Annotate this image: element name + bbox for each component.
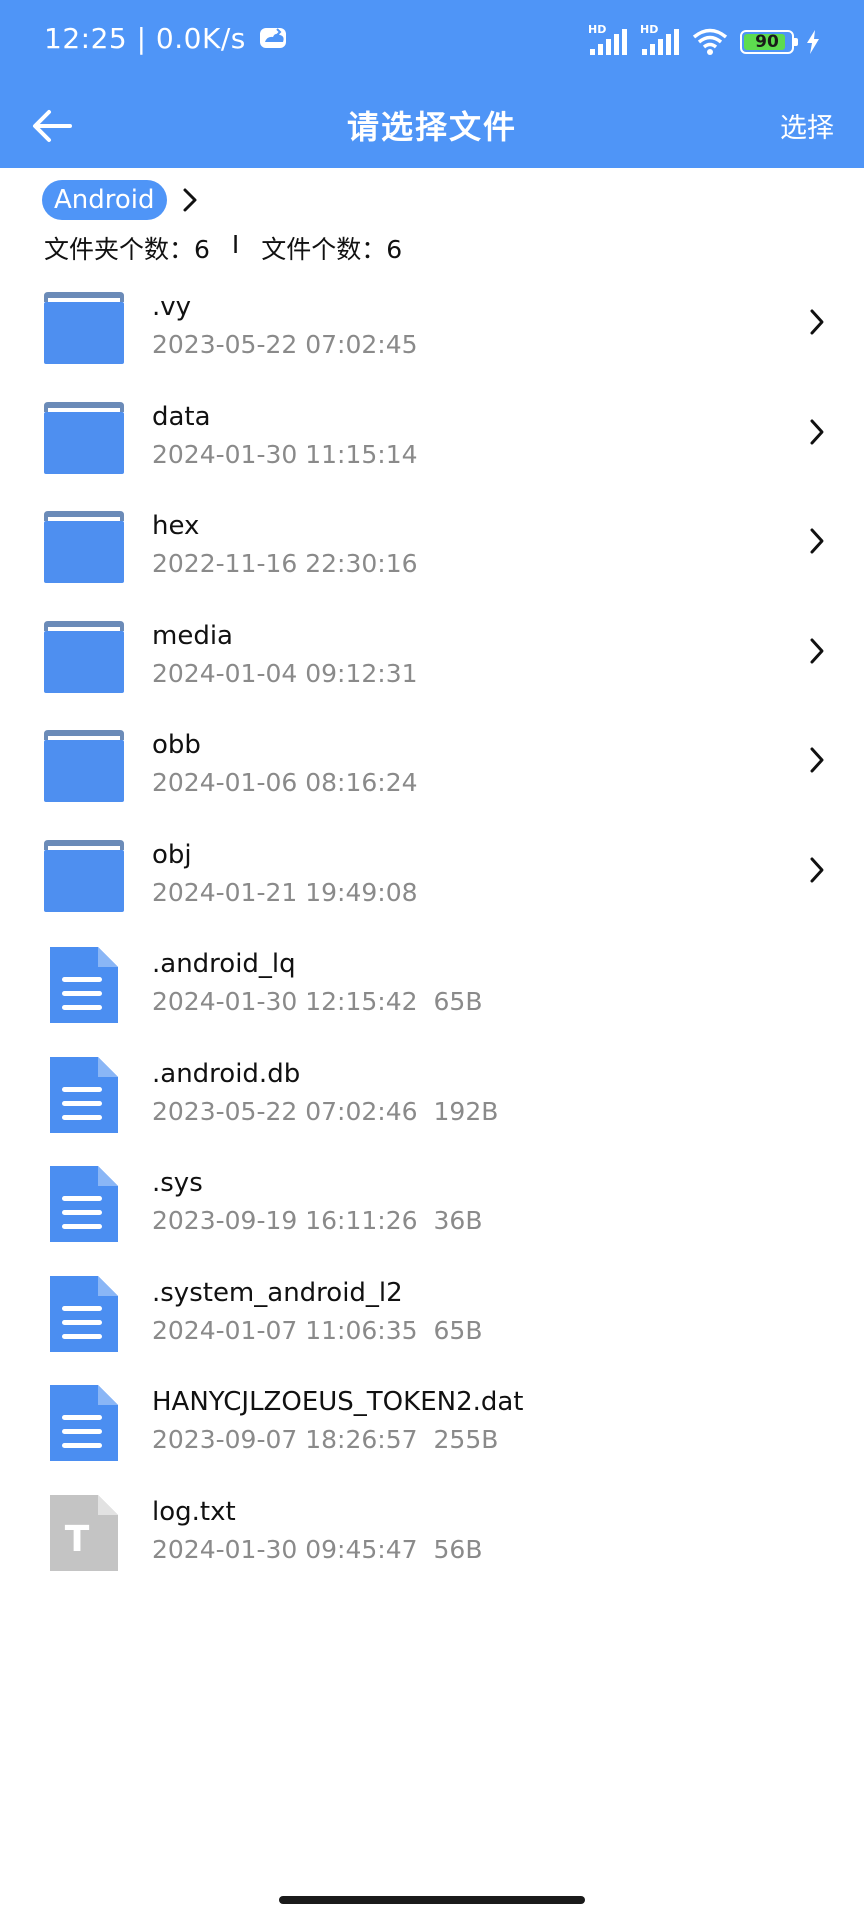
file-date: 2024-01-07 11:06:35 [152, 1315, 418, 1345]
file-row[interactable]: .sys 2023-09-19 16:11:26 36B [0, 1146, 864, 1256]
signal-bars-icon [590, 29, 627, 55]
file-name: .android_lq [152, 949, 296, 979]
file-date: 2023-09-19 16:11:26 [152, 1206, 418, 1235]
file-row[interactable]: .android_lq 2024-01-30 12:15:42 65B [0, 927, 864, 1037]
file-name: log.txt [152, 1496, 236, 1527]
file-list: .vy 2023-05-22 07:02:45 data 2024-01-30 … [0, 270, 864, 1584]
folder-name: hex [152, 511, 200, 541]
title-bar: 请选择文件 选择 [0, 84, 864, 168]
select-button[interactable]: 选择 [780, 106, 834, 145]
folder-name: .vy [152, 292, 192, 322]
time-speed: 12:25 | 0.0K/s [44, 22, 246, 55]
text-file-icon-letter: T [65, 1519, 90, 1560]
folder-date: 2022-11-16 22:30:16 [152, 549, 418, 578]
battery-indicator: 90 [740, 30, 798, 54]
cloud-icon [260, 28, 287, 48]
charging-bolt-icon [807, 30, 819, 54]
count-separator: I [231, 230, 240, 259]
doc-icon [50, 1056, 118, 1133]
folder-row[interactable]: .vy 2023-05-22 07:02:45 [0, 270, 864, 380]
file-meta: 2023-05-22 07:02:46 192B [152, 1097, 498, 1126]
chevron-right-icon [810, 309, 824, 335]
file-name: .android.db [152, 1058, 301, 1089]
file-name: HANYCJLZOEUS_TOKEN2.dat [152, 1387, 524, 1417]
folder-icon [44, 511, 124, 583]
folder-row[interactable]: obj 2024-01-21 19:49:08 [0, 818, 864, 928]
folder-row[interactable]: obb 2024-01-06 08:16:24 [0, 708, 864, 818]
status-icons: HD HD 90 [588, 23, 820, 60]
status-bar: 12:25 | 0.0K/s HD HD 90 [0, 0, 864, 84]
signal-2: HD [640, 23, 680, 57]
file-meta: 2023-09-07 18:26:57 255B [152, 1425, 498, 1454]
file-row[interactable]: T log.txt 2024-01-30 09:45:47 56B [0, 1475, 864, 1585]
folder-name: obb [152, 730, 201, 760]
header: 12:25 | 0.0K/s HD HD 90 请选择文件 选择 [0, 0, 864, 168]
folder-icon [44, 292, 124, 364]
status-time: 12:25 | 0.0K/s [44, 22, 289, 55]
file-row[interactable]: HANYCJLZOEUS_TOKEN2.dat 2023-09-07 18:26… [0, 1365, 864, 1475]
file-meta: 2023-09-19 16:11:26 36B [152, 1206, 482, 1235]
folder-name: data [152, 401, 211, 432]
file-size: 65B [433, 987, 483, 1016]
wifi-icon [692, 28, 728, 55]
chevron-right-icon [181, 187, 199, 213]
file-size: 56B [433, 1534, 483, 1564]
file-size: 192B [433, 1096, 499, 1126]
text-file-icon: T [50, 1494, 118, 1571]
breadcrumb: Android [42, 178, 199, 222]
folder-date: 2023-05-22 07:02:45 [152, 330, 418, 359]
folder-date: 2024-01-21 19:49:08 [152, 877, 418, 907]
folder-icon [44, 401, 124, 474]
file-date: 2024-01-30 12:15:42 [152, 987, 418, 1016]
folder-name: media [152, 620, 233, 651]
page-title: 请选择文件 [346, 108, 517, 146]
doc-icon [50, 947, 118, 1023]
file-date: 2023-05-22 07:02:46 [152, 1096, 418, 1126]
file-meta: 2024-01-30 12:15:42 65B [152, 987, 482, 1016]
file-picker-screen: 12:25 | 0.0K/s HD HD 90 请选择文件 选择 Android… [0, 0, 864, 1920]
battery-cap [794, 38, 798, 46]
file-size: 65B [433, 1315, 483, 1345]
chevron-right-icon [810, 638, 824, 663]
battery-level: 90 [755, 32, 779, 52]
folder-row[interactable]: hex 2022-11-16 22:30:16 [0, 489, 864, 599]
folder-count: 文件夹个数：6 [44, 235, 210, 264]
doc-icon [50, 1385, 118, 1461]
folder-name: obj [152, 839, 192, 870]
item-counts: 文件夹个数：6 I 文件个数：6 [44, 230, 402, 266]
file-row[interactable]: .system_android_l2 2024-01-07 11:06:35 65… [0, 1256, 864, 1366]
doc-icon [50, 1166, 118, 1242]
folder-row[interactable]: data 2024-01-30 11:15:14 [0, 380, 864, 490]
chevron-right-icon [810, 419, 824, 444]
file-name: .system_android_l2 [152, 1277, 403, 1308]
file-meta: 2024-01-07 11:06:35 65B [152, 1316, 482, 1345]
folder-date: 2024-01-04 09:12:31 [152, 658, 418, 688]
file-size: 36B [433, 1206, 483, 1235]
home-indicator[interactable] [279, 1896, 585, 1904]
chevron-right-icon [810, 528, 824, 554]
folder-icon [44, 730, 124, 802]
doc-icon [50, 1275, 118, 1352]
signal-1: HD [588, 23, 628, 57]
file-size: 255B [433, 1425, 499, 1454]
file-row[interactable]: .android.db 2023-05-22 07:02:46 192B [0, 1037, 864, 1147]
folder-icon [44, 839, 124, 912]
folder-icon [44, 620, 124, 693]
folder-row[interactable]: media 2024-01-04 09:12:31 [0, 599, 864, 709]
file-date: 2023-09-07 18:26:57 [152, 1425, 418, 1454]
file-name: .sys [152, 1168, 203, 1198]
file-count: 文件个数：6 [261, 235, 403, 264]
folder-date: 2024-01-30 11:15:14 [152, 439, 418, 469]
signal-bars-icon [642, 29, 679, 55]
file-meta: 2024-01-30 09:45:47 56B [152, 1535, 482, 1564]
file-date: 2024-01-30 09:45:47 [152, 1534, 418, 1564]
folder-date: 2024-01-06 08:16:24 [152, 768, 418, 797]
chevron-right-icon [810, 857, 824, 882]
chevron-right-icon [810, 747, 824, 773]
breadcrumb-android[interactable]: Android [42, 180, 167, 220]
